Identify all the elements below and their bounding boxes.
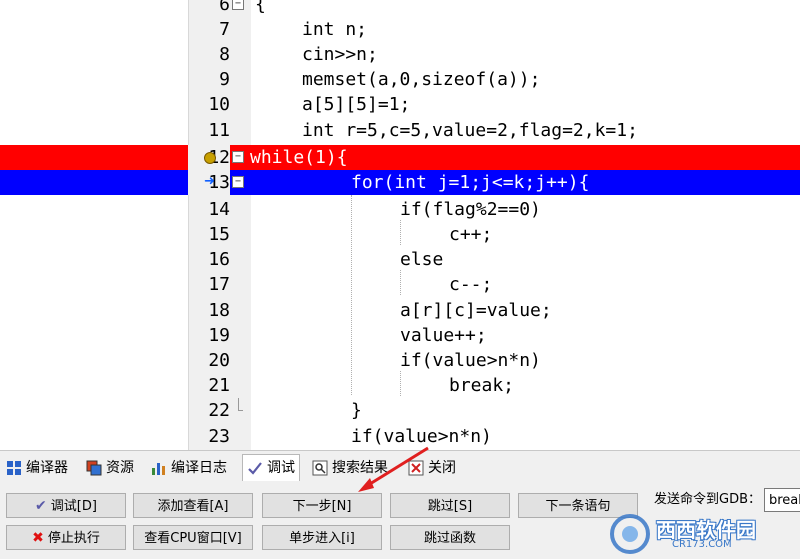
step-into-button[interactable]: 单步进入[i] (262, 525, 382, 550)
debug-button[interactable]: ✔ 调试[D] (6, 493, 126, 518)
code-line-10[interactable]: 10 a[5][5]=1; (0, 92, 800, 117)
tab-compile-log[interactable]: 编译日志 (151, 455, 227, 481)
indent-guide (400, 220, 401, 245)
line-number: 16 (208, 249, 230, 270)
line-number: 22 (208, 400, 230, 421)
line-number: 15 (208, 224, 230, 245)
code-text: while(1){ (250, 147, 348, 168)
code-line-6[interactable]: 6 − { (0, 0, 800, 17)
skip-function-button[interactable]: 跳过函数 (390, 525, 510, 550)
code-text: memset(a,0,sizeof(a)); (302, 69, 541, 90)
indent-guide (400, 270, 401, 295)
tab-label: 编译器 (26, 460, 68, 476)
code-line-18[interactable]: 18 a[r][c]=value; (0, 298, 800, 323)
line-number: 18 (208, 300, 230, 321)
code-line-11[interactable]: 11 int r=5,c=5,value=2,flag=2,k=1; (0, 118, 800, 143)
line-number: 10 (208, 94, 230, 115)
code-text: } (351, 400, 362, 421)
tab-label: 资源 (106, 460, 134, 476)
button-label: 添加查看[A] (157, 499, 229, 514)
tab-close[interactable]: 关闭 (408, 455, 456, 481)
code-text: int n; (302, 19, 368, 40)
code-line-22[interactable]: 22 } (0, 398, 800, 423)
code-text: if(value>n*n) (351, 426, 492, 447)
fold-end-marker (238, 398, 243, 411)
line-number: 11 (208, 120, 230, 141)
indent-guide (351, 195, 352, 395)
code-line-19[interactable]: 19 value++; (0, 323, 800, 348)
breakpoint-icon[interactable] (204, 152, 216, 164)
stop-x-icon: ✖ (32, 530, 44, 546)
line-number: 9 (219, 69, 230, 90)
watermark-subtext: CR173.COM (672, 539, 732, 550)
code-line-7[interactable]: 7 int n; (0, 17, 800, 42)
button-label: 查看CPU窗口[V] (144, 531, 242, 546)
code-text: c--; (449, 274, 493, 295)
code-line-8[interactable]: 8 cin>>n; (0, 42, 800, 67)
code-text: a[r][c]=value; (400, 300, 552, 321)
bottom-panel-tabs: 编译器 资源 编译日志 调试 搜索结果 关闭 (0, 450, 800, 485)
button-label: 停止执行 (47, 531, 100, 546)
bar-chart-icon (152, 463, 165, 475)
code-line-20[interactable]: 20 if(value>n*n) (0, 348, 800, 373)
code-text: cin>>n; (302, 44, 378, 65)
code-line-14[interactable]: 14 if(flag%2==0) (0, 197, 800, 222)
code-line-16[interactable]: 16 else (0, 247, 800, 272)
cpu-window-button[interactable]: 查看CPU窗口[V] (133, 525, 253, 550)
skip-button[interactable]: 跳过[S] (390, 493, 510, 518)
code-line-9[interactable]: 9 memset(a,0,sizeof(a)); (0, 67, 800, 92)
code-text: c++; (449, 224, 493, 245)
button-label: 调试[D] (50, 499, 97, 514)
line-number: 20 (208, 350, 230, 371)
code-line-23[interactable]: 23 if(value>n*n) (0, 424, 800, 449)
tab-debug[interactable]: 调试 (242, 454, 300, 481)
tab-label: 搜索结果 (332, 460, 388, 476)
fold-toggle-icon[interactable]: − (232, 176, 244, 188)
line-number: 23 (208, 426, 230, 447)
code-text: if(value>n*n) (400, 350, 541, 371)
button-label: 下一步[N] (292, 499, 352, 514)
button-label: 单步进入[i] (289, 531, 355, 546)
button-label: 跳过[S] (427, 499, 473, 514)
tab-resources[interactable]: 资源 (86, 455, 134, 481)
line-number: 14 (208, 199, 230, 220)
tab-search-results[interactable]: 搜索结果 (312, 455, 388, 481)
tab-compiler[interactable]: 编译器 (6, 455, 68, 481)
code-text: for(int j=1;j<=k;j++){ (351, 172, 590, 193)
code-line-13-current[interactable]: 13 ➜ − for(int j=1;j<=k;j++){ (0, 170, 800, 195)
gdb-command-label: 发送命令到GDB： (654, 492, 762, 507)
check-icon (248, 462, 262, 475)
tab-label: 关闭 (428, 460, 456, 476)
code-text: { (255, 0, 266, 15)
search-results-icon (312, 460, 328, 476)
button-label: 跳过函数 (423, 531, 476, 546)
code-text: break; (449, 375, 515, 396)
close-tab-icon (408, 460, 424, 476)
execution-arrow-icon: ➜ (204, 174, 215, 189)
fold-toggle-icon[interactable]: − (232, 0, 244, 10)
line-number: 21 (208, 375, 230, 396)
line-number: 7 (219, 19, 230, 40)
code-text: if(flag%2==0) (400, 199, 541, 220)
fold-toggle-icon[interactable]: − (232, 151, 244, 163)
line-number: 8 (219, 44, 230, 65)
compiler-grid-icon (7, 461, 21, 475)
next-step-button[interactable]: 下一步[N] (262, 493, 382, 518)
tab-label: 编译日志 (171, 460, 227, 476)
check-icon: ✔ (35, 498, 47, 514)
code-editor[interactable]: 6 − { 7 int n; 8 cin>>n; 9 memset(a,0,si… (0, 0, 800, 450)
code-text: else (400, 249, 444, 270)
resources-icon (86, 460, 102, 476)
code-line-12-breakpoint[interactable]: 12 − while(1){ (0, 145, 800, 170)
line-number: 19 (208, 325, 230, 346)
add-watch-button[interactable]: 添加查看[A] (133, 493, 253, 518)
stop-button[interactable]: ✖ 停止执行 (6, 525, 126, 550)
tab-label: 调试 (267, 460, 295, 476)
code-text: int r=5,c=5,value=2,flag=2,k=1; (302, 120, 638, 141)
code-text: a[5][5]=1; (302, 94, 411, 115)
line-number: 17 (208, 274, 230, 295)
line-number: 6 (219, 0, 230, 15)
code-text: value++; (400, 325, 487, 346)
indent-guide (400, 371, 401, 396)
